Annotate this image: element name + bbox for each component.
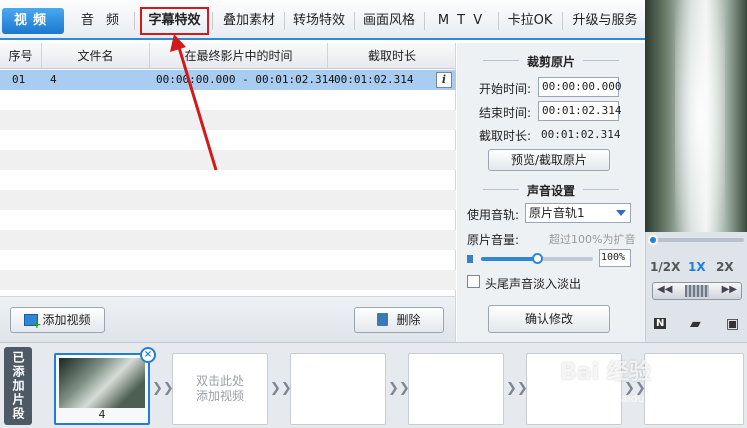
clip-number: 4	[98, 408, 106, 421]
table-header: 序号 文件名 在最终影片中的时间 截取时长	[0, 43, 455, 69]
fade-checkbox[interactable]	[467, 275, 480, 288]
col-index: 序号	[0, 43, 42, 69]
crop-duration-value: 00:01:02.314	[541, 128, 621, 141]
volume-fill	[481, 257, 537, 261]
volume-hint: 超过100%为扩音	[549, 233, 636, 246]
clip-slot-1[interactable]: 4 ×	[54, 347, 156, 425]
track-value: 原片音轨1	[529, 206, 585, 220]
fade-label: 头尾声音淡入淡出	[485, 277, 582, 291]
chevron-right-icon: ❯❯	[270, 381, 292, 396]
table-row-empty	[0, 150, 456, 170]
tab-mtv[interactable]: M T V	[428, 8, 494, 34]
clip-slot-3[interactable]	[290, 353, 386, 425]
delete-button[interactable]: 删除	[354, 307, 444, 333]
tab-separator	[134, 12, 135, 30]
fast-forward-icon: ▶▶	[721, 284, 737, 295]
end-time-label: 结束时间:	[479, 106, 532, 120]
seek-bar[interactable]	[650, 238, 744, 242]
tab-transition[interactable]: 转场特效	[286, 8, 352, 34]
preview-image	[675, 0, 725, 232]
speed-2x[interactable]: 2X	[716, 260, 734, 274]
video-preview[interactable]	[645, 0, 747, 232]
row-index: 01	[12, 73, 26, 86]
settings-panel: 裁剪原片 开始时间: 00:00:00.000 结束时间: 00:01:02.3…	[457, 43, 645, 342]
col-duration: 截取时长	[367, 49, 416, 63]
tab-separator	[284, 12, 285, 30]
speed-1x[interactable]: 1X	[688, 260, 706, 274]
table-toolbar: + 添加视频 删除	[0, 296, 456, 342]
col-filename: 文件名	[42, 43, 150, 69]
end-time-input[interactable]: 00:01:02.314	[538, 101, 621, 121]
preview-crop-button[interactable]: 预览/截取原片	[488, 149, 610, 171]
tab-video[interactable]: 视频	[2, 8, 64, 34]
main-tab-bar: 视频 音 频 字幕特效 叠加素材 转场特效 画面风格 M T V 卡拉OK 升级…	[0, 0, 645, 40]
tab-separator	[562, 12, 563, 30]
crop-title: 裁剪原片	[526, 55, 575, 69]
trash-icon	[377, 313, 389, 326]
tab-separator	[498, 12, 499, 30]
clip-thumbnail	[59, 358, 145, 408]
add-video-button[interactable]: + 添加视频	[10, 307, 105, 333]
add-video-placeholder: 双击此处 添加视频	[195, 374, 244, 403]
row-filename: 4	[50, 73, 57, 86]
save-icon[interactable]: ▣	[726, 316, 739, 332]
chevron-right-icon: ❯❯	[388, 381, 410, 396]
info-icon[interactable]: i	[436, 72, 452, 88]
open-folder-icon[interactable]: ▰	[690, 316, 701, 332]
row-time: 00:00:00.000 - 00:01:02.314	[156, 73, 335, 86]
clip-slot-2[interactable]: 双击此处 添加视频	[172, 353, 268, 425]
rewind-icon: ◀◀	[657, 284, 673, 295]
table-row-empty	[0, 190, 456, 210]
volume-label: 原片音量:	[467, 233, 520, 247]
tab-audio[interactable]: 音 频	[74, 8, 130, 34]
chevron-right-icon: ❯❯	[506, 381, 528, 396]
tab-separator	[212, 12, 213, 30]
track-select[interactable]: 原片音轨1	[525, 203, 631, 223]
col-time: 在最终影片中的时间	[150, 43, 328, 69]
track-label: 使用音轨:	[467, 208, 520, 222]
add-video-label: 添加视频	[42, 313, 91, 327]
chevron-down-icon	[616, 210, 626, 216]
volume-slider[interactable]	[481, 253, 593, 264]
sound-title: 声音设置	[526, 184, 575, 198]
table-row[interactable]: 01 4 00:00:00.000 - 00:01:02.314 00:01:0…	[0, 70, 456, 90]
table-row-empty	[0, 230, 456, 250]
divider	[583, 189, 619, 190]
tab-karaoke[interactable]: 卡拉OK	[500, 8, 560, 34]
table-row-empty	[0, 270, 456, 290]
volume-input[interactable]: 100%	[599, 249, 631, 267]
clip-slot-6[interactable]	[644, 353, 744, 425]
watermark-url: jingyan.baidu.com	[570, 392, 672, 405]
tab-separator	[424, 12, 425, 30]
close-icon[interactable]: ×	[140, 347, 156, 363]
player-controls: 1/2X 1X 2X ◀◀ ▶▶ N ▰ ▣	[645, 232, 747, 342]
tab-style[interactable]: 画面风格	[356, 8, 422, 34]
volume-knob[interactable]	[532, 253, 543, 264]
clip-slot-4[interactable]	[408, 353, 504, 425]
tab-subtitle-effects[interactable]: 字幕特效	[140, 7, 209, 35]
tab-upgrade[interactable]: 升级与服务	[566, 8, 644, 34]
confirm-button[interactable]: 确认修改	[488, 305, 610, 333]
crop-duration-label: 截取时长:	[479, 129, 532, 143]
speaker-icon	[467, 255, 473, 263]
start-time-label: 开始时间:	[479, 82, 532, 96]
divider	[583, 60, 619, 61]
tab-separator	[354, 12, 355, 30]
tab-overlay[interactable]: 叠加素材	[214, 8, 284, 34]
row-duration: 00:01:02.314	[334, 73, 414, 86]
new-project-icon[interactable]: N	[654, 318, 667, 329]
speed-half[interactable]: 1/2X	[650, 260, 680, 274]
watermark-logo: Bai 经验	[560, 360, 651, 385]
added-clips-label: 已添加片段	[4, 347, 32, 425]
seek-knob[interactable]	[648, 235, 658, 245]
jog-wheel	[685, 285, 709, 297]
chevron-right-icon: ❯❯	[152, 381, 174, 396]
clip-table: 序号 文件名 在最终影片中的时间 截取时长 01 4 00:00:00.000 …	[0, 43, 456, 296]
film-add-icon: +	[24, 314, 41, 330]
table-row-empty	[0, 110, 456, 130]
jog-shuttle[interactable]: ◀◀ ▶▶	[652, 282, 742, 300]
start-time-input[interactable]: 00:00:00.000	[538, 77, 621, 97]
delete-label: 删除	[396, 313, 421, 327]
